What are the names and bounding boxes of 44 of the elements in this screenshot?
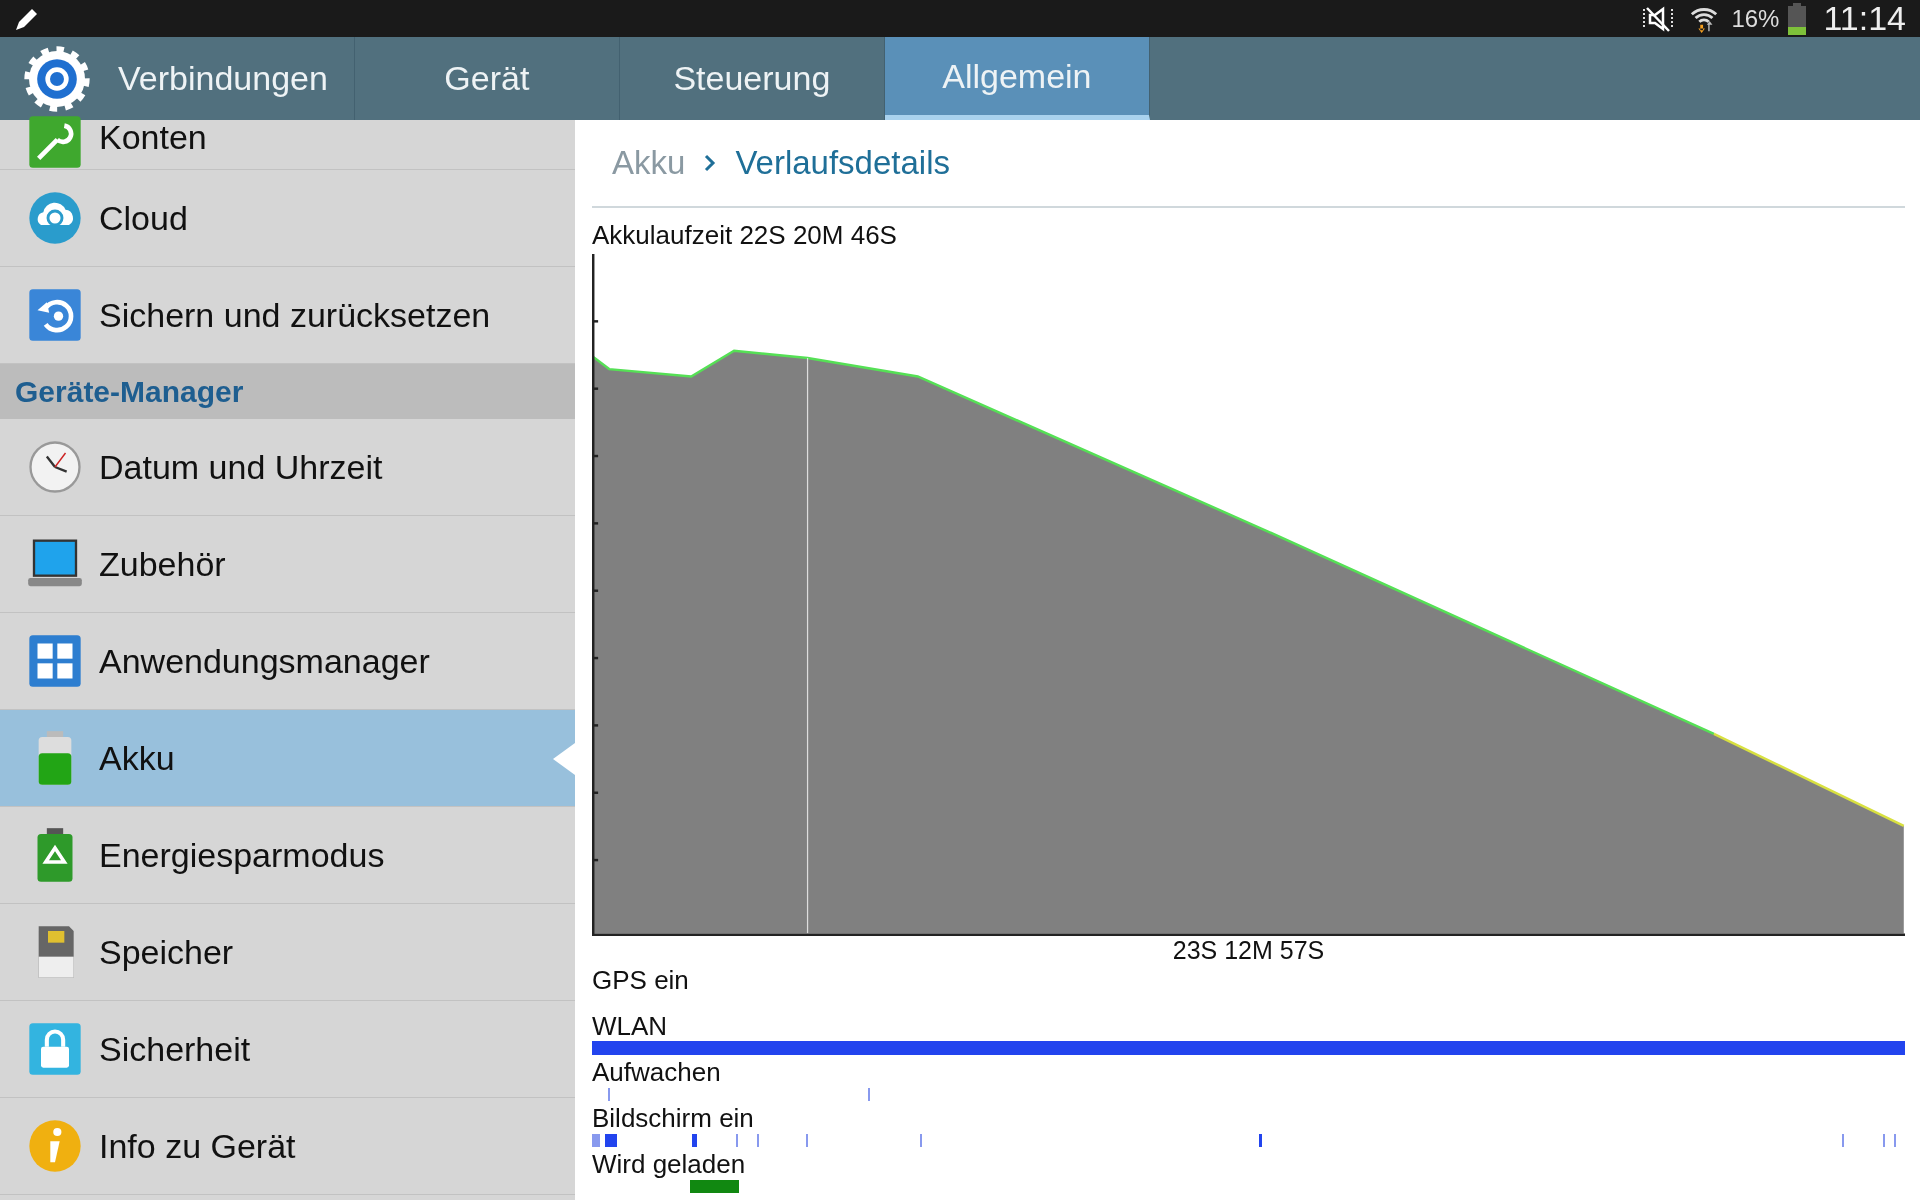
sidebar-item[interactable]: Info zu Gerät (0, 1098, 575, 1195)
chevron-right-icon (703, 153, 718, 173)
grid-icon (27, 633, 83, 689)
timeline-ticks (757, 1134, 760, 1147)
settings-icon[interactable] (22, 43, 92, 114)
timeline-ticks (607, 1088, 610, 1101)
timeline-ticks (691, 1134, 698, 1147)
timeline-ticks (867, 1088, 870, 1101)
timeline-ticks (920, 1134, 923, 1147)
section-header: Geräte-Manager (0, 364, 575, 419)
timeline-ticks (1894, 1134, 1897, 1147)
event-label: Bildschirm ein (592, 1105, 754, 1131)
sidebar-item[interactable]: Sicherheit (0, 1001, 575, 1098)
breadcrumb-current: Verlaufsdetails (735, 144, 950, 182)
sidebar-item[interactable]: Cloud (0, 170, 575, 267)
axis-label: 23S 12M 57S (1171, 936, 1326, 964)
sidebar-item[interactable]: Energiesparmodus (0, 807, 575, 904)
timeline-ticks (592, 1134, 600, 1147)
timeline-ticks (806, 1134, 808, 1147)
event-label: Wird geladen (592, 1151, 746, 1177)
clock-icon (27, 439, 83, 495)
sidebar-item[interactable]: Datum und Uhrzeit (0, 419, 575, 516)
event-label: WLAN (592, 1013, 668, 1039)
event-label: GPS ein (592, 967, 689, 993)
timeline-bar (690, 1180, 740, 1193)
battery-status-icon (1787, 2, 1808, 35)
sidebar-item[interactable]: Zubehör (0, 516, 575, 613)
tab[interactable]: Steuerung (619, 37, 885, 120)
sidebar-item[interactable]: Konten (0, 120, 575, 170)
clock-time: 11:14 (1823, 0, 1906, 38)
lock-icon (27, 1021, 83, 1077)
timeline-ticks (1882, 1134, 1885, 1147)
restore-icon (27, 287, 83, 343)
event-label: Aufwachen (592, 1059, 721, 1085)
sidebar-item[interactable]: Akku (0, 710, 575, 807)
info-icon (27, 1118, 83, 1174)
battery-percentage: 16% (1731, 4, 1780, 33)
timeline-ticks (1841, 1134, 1844, 1147)
timeline-ticks (605, 1134, 617, 1147)
cloud-icon (27, 190, 83, 246)
timeline-ticks (1259, 1134, 1262, 1147)
timeline-ticks (736, 1134, 739, 1147)
chart-title: Akkulaufzeit 22S 20M 46S (592, 220, 898, 250)
sidebar-item[interactable]: Speicher (0, 904, 575, 1001)
